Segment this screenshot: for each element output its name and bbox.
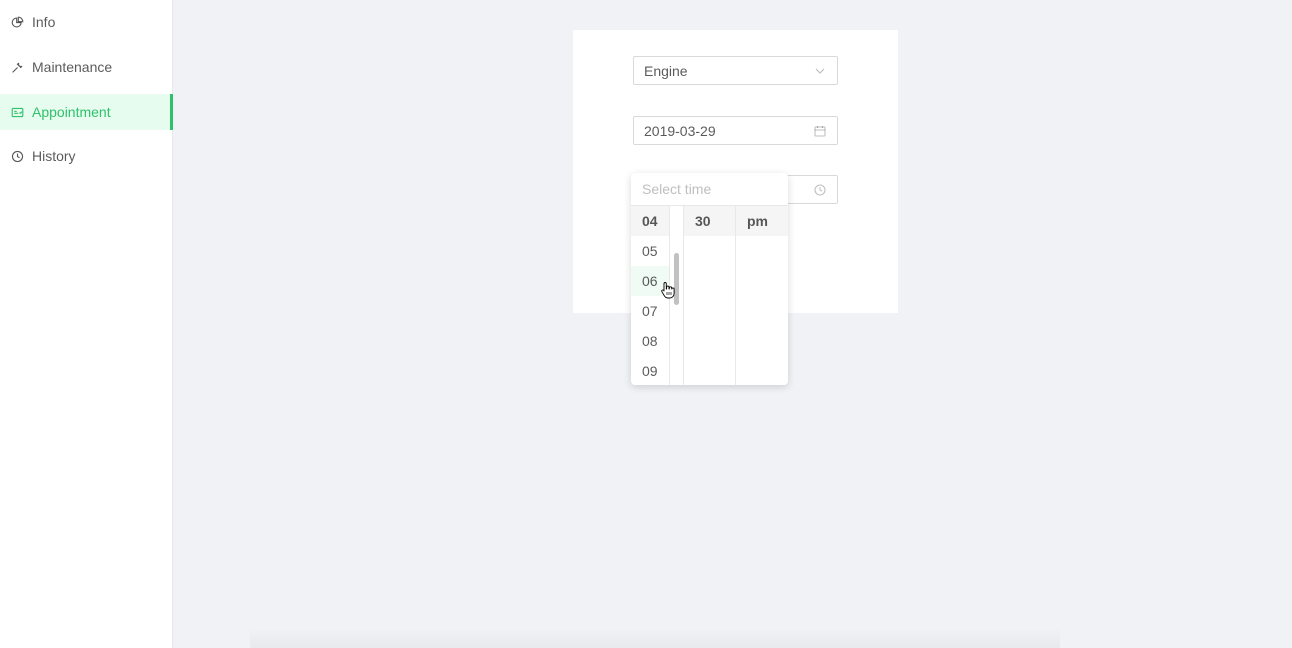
sidebar-item-label: History (32, 148, 76, 164)
hour-option[interactable]: 04 (631, 206, 669, 236)
sidebar-item-label: Appointment (32, 104, 111, 120)
clock-icon (813, 183, 827, 197)
sidebar-item-appointment[interactable]: Appointment (0, 94, 173, 130)
time-picker-combobox: 04 05 06 07 08 09 30 pm (631, 206, 788, 385)
calendar-icon (813, 124, 827, 138)
minute-option[interactable]: 30 (684, 206, 735, 236)
hour-option[interactable]: 05 (631, 236, 669, 266)
hand-pointer-cursor-icon (660, 281, 676, 299)
ampm-column[interactable]: pm (735, 206, 788, 385)
hour-option[interactable]: 07 (631, 296, 669, 326)
pie-chart-icon (10, 15, 24, 29)
tool-icon (10, 60, 24, 74)
date-picker-value: 2019-03-29 (644, 122, 716, 139)
sidebar-item-label: Info (32, 14, 56, 30)
sidebar-item-label: Maintenance (32, 59, 113, 75)
sidebar-item-info[interactable]: Info (0, 4, 173, 40)
sidebar-item-maintenance[interactable]: Maintenance (0, 49, 173, 85)
clock-circle-icon (10, 149, 24, 163)
date-picker-input[interactable]: 2019-03-29 (633, 116, 838, 145)
time-picker-panel-input[interactable] (642, 181, 777, 197)
sidebar: Info Maintenance Appointment History (0, 0, 173, 648)
chevron-down-icon (813, 64, 827, 78)
sidebar-item-history[interactable]: History (0, 138, 173, 174)
category-select[interactable]: Engine (633, 56, 838, 85)
minute-column[interactable]: 30 (683, 206, 735, 385)
hour-option[interactable]: 09 (631, 356, 669, 385)
footer-shadow (250, 628, 1060, 648)
time-picker-panel: 04 05 06 07 08 09 30 pm (631, 173, 788, 385)
category-select-value: Engine (644, 62, 688, 79)
time-picker-panel-input-wrap (631, 173, 788, 206)
schedule-icon (10, 105, 24, 119)
ampm-option[interactable]: pm (736, 206, 788, 236)
hour-option[interactable]: 08 (631, 326, 669, 356)
